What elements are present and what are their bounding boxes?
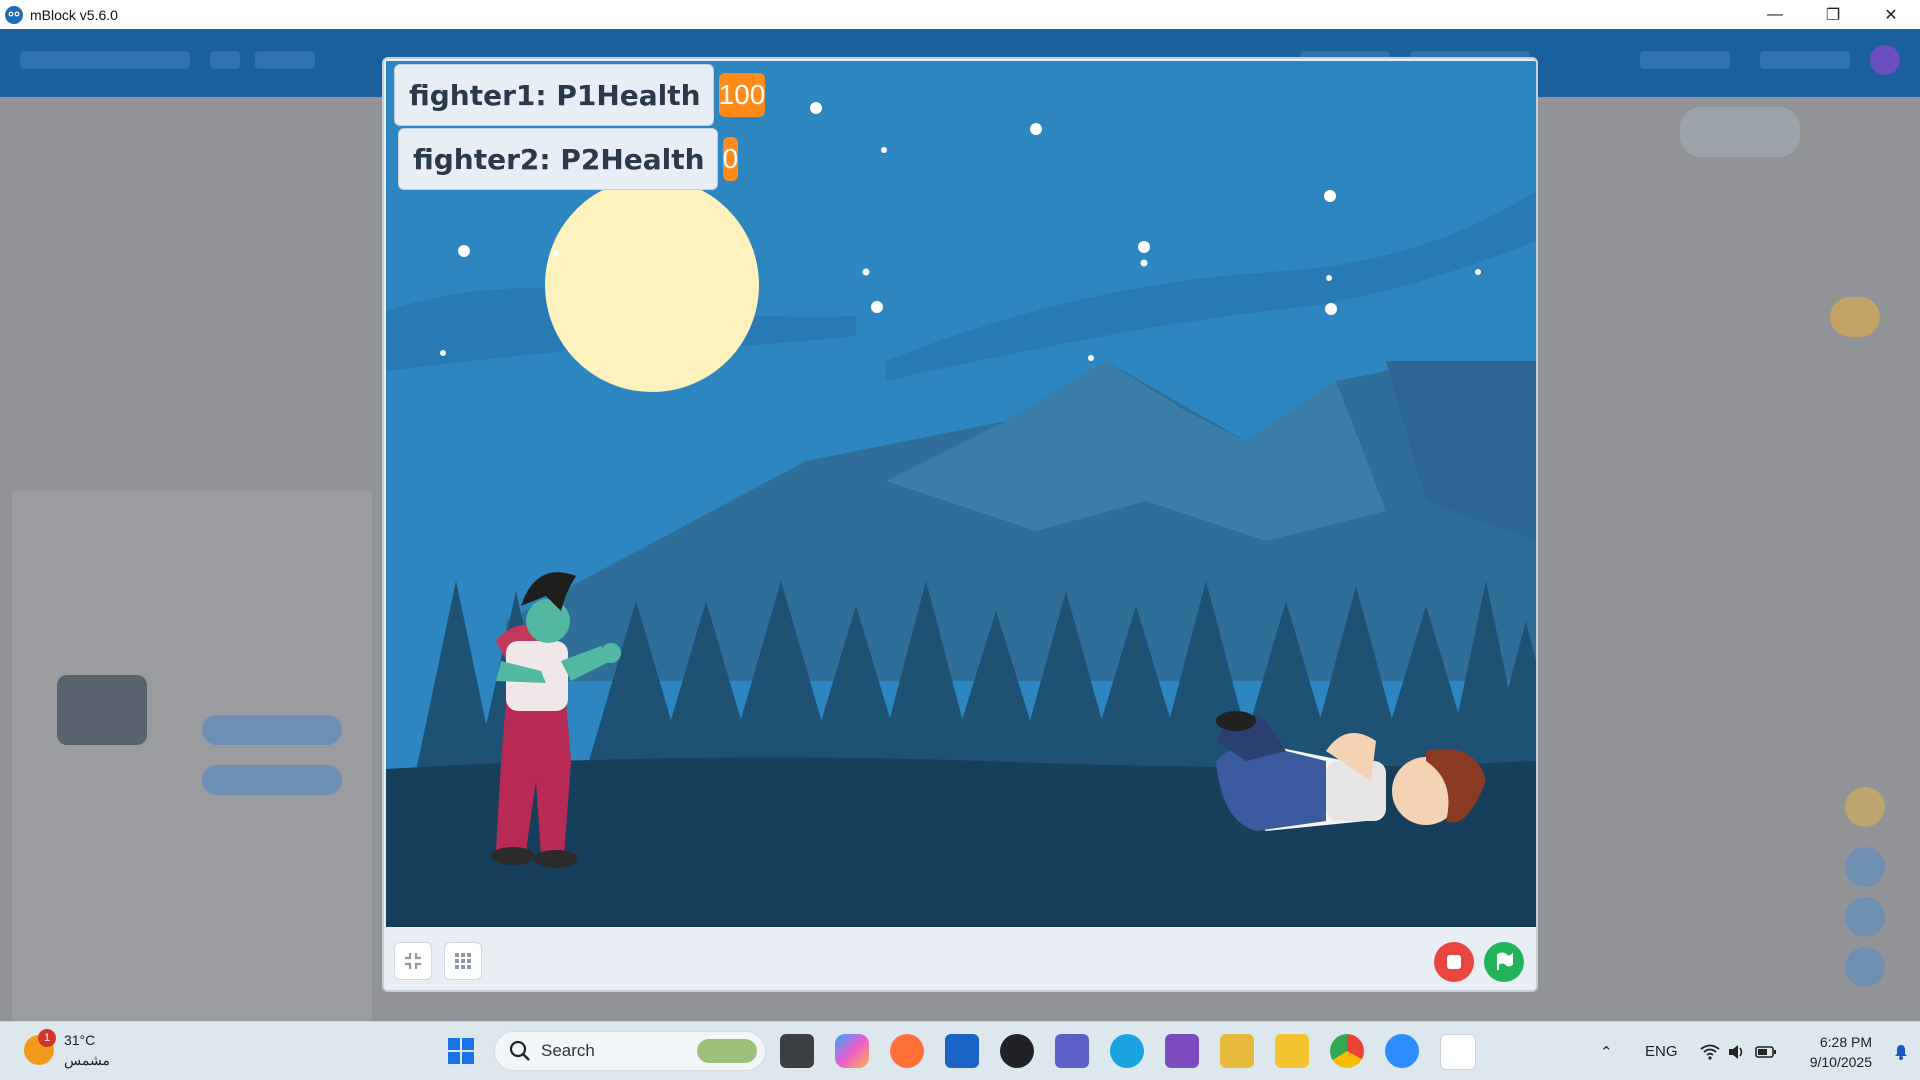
monitor-p2-value: 0 xyxy=(722,137,739,181)
search-icon xyxy=(509,1040,530,1061)
start-button[interactable] xyxy=(444,1034,478,1068)
taskbar: 1 31°C مشمس Search ⌃ ENG 6:28 PM 9/10/20… xyxy=(0,1021,1920,1080)
sun-icon: 1 xyxy=(24,1029,56,1065)
monitor-p1-health[interactable]: fighter1: P1Health 100 xyxy=(394,64,766,126)
monitor-p1-label: fighter1: P1Health xyxy=(409,78,701,112)
weather-condition: مشمس xyxy=(64,1052,110,1068)
monitor-p1-value: 100 xyxy=(718,73,766,117)
obs-icon[interactable] xyxy=(1000,1034,1034,1068)
minimize-button[interactable]: — xyxy=(1746,0,1804,29)
shrink-stage-icon xyxy=(405,953,421,969)
green-flag-button[interactable] xyxy=(1484,942,1524,982)
mblock-taskbar-icon[interactable] xyxy=(1440,1034,1476,1070)
weather-temp: 31°C xyxy=(64,1032,96,1048)
close-button[interactable]: ✕ xyxy=(1862,0,1920,29)
clock-date: 9/10/2025 xyxy=(1809,1054,1872,1070)
clock-time: 6:28 PM xyxy=(1819,1034,1872,1050)
zoom-icon[interactable] xyxy=(1385,1034,1419,1068)
microsoft-store-icon[interactable] xyxy=(945,1034,979,1068)
weather-widget[interactable]: 1 31°C مشمس xyxy=(24,1029,110,1070)
edge-icon[interactable] xyxy=(1110,1034,1144,1068)
restore-button[interactable]: ❐ xyxy=(1804,0,1862,29)
mblock-logo-icon xyxy=(5,5,23,24)
monitor-p2-health[interactable]: fighter2: P2Health 0 xyxy=(398,128,739,190)
sprite-panel-dimmed xyxy=(12,490,372,1030)
input-language[interactable]: ENG xyxy=(1645,1022,1678,1080)
chrome-icon[interactable] xyxy=(1330,1034,1364,1068)
search-highlight-image xyxy=(697,1039,757,1063)
stage-canvas[interactable]: fighter1: P1Health 100 fighter2: P2Healt… xyxy=(386,61,1536,927)
tray-overflow-icon[interactable]: ⌃ xyxy=(1600,1022,1613,1080)
grid-icon xyxy=(455,953,471,969)
task-view-icon[interactable] xyxy=(780,1034,814,1068)
monitor-p2-label: fighter2: P2Health xyxy=(413,142,705,176)
file-explorer-icon[interactable] xyxy=(1275,1034,1309,1068)
volume-icon[interactable] xyxy=(1728,1022,1746,1080)
copilot-icon[interactable] xyxy=(835,1034,869,1068)
stop-button[interactable] xyxy=(1434,942,1474,982)
wifi-icon[interactable] xyxy=(1700,1022,1720,1080)
notification-badge: 1 xyxy=(38,1029,56,1047)
moon xyxy=(545,178,759,392)
teams-icon[interactable] xyxy=(1055,1034,1089,1068)
stage-fullscreen-window: fighter1: P1Health 100 fighter2: P2Healt… xyxy=(382,57,1538,992)
battery-icon[interactable] xyxy=(1755,1022,1777,1080)
visual-studio-icon[interactable] xyxy=(1165,1034,1199,1068)
firefox-icon[interactable] xyxy=(890,1034,924,1068)
windows-start-icon xyxy=(448,1038,474,1064)
notification-bell-icon[interactable] xyxy=(1892,1022,1910,1080)
stage-backdrop xyxy=(386,61,1536,927)
taskbar-search[interactable]: Search xyxy=(494,1031,766,1071)
title-bar: mBlock v5.6.0 — ❐ ✕ xyxy=(0,0,1920,29)
clock[interactable]: 6:28 PM 9/10/2025 xyxy=(1810,1032,1872,1072)
window-title: mBlock v5.6.0 xyxy=(30,6,118,23)
stage-toolbar xyxy=(384,927,1536,990)
grid-button[interactable] xyxy=(444,942,482,980)
snipping-tool-icon[interactable] xyxy=(1220,1034,1254,1068)
search-placeholder: Search xyxy=(541,1041,595,1060)
green-flag-icon xyxy=(1497,952,1513,970)
stop-icon xyxy=(1447,955,1461,969)
shrink-stage-button[interactable] xyxy=(394,942,432,980)
